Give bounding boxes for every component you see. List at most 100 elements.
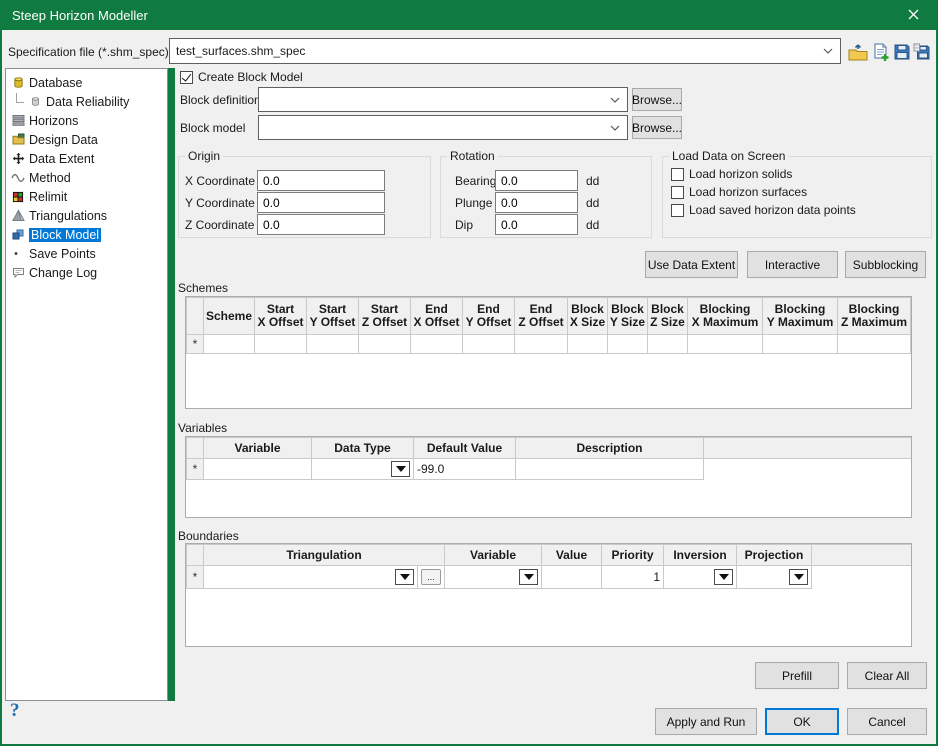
subblocking-button[interactable]: Subblocking <box>845 251 926 278</box>
sidebar-item-change-log[interactable]: Change Log <box>6 263 167 282</box>
new-spec-icon[interactable] <box>870 41 892 63</box>
column-header: EndX Offset <box>411 298 463 335</box>
save-as-icon[interactable] <box>911 41 933 63</box>
grid-cell[interactable] <box>463 335 515 354</box>
dropdown-icon[interactable] <box>395 569 414 585</box>
checkbox-icon[interactable] <box>671 204 684 217</box>
block-definition-combobox[interactable] <box>258 87 628 112</box>
sidebar-item-label: Design Data <box>29 133 98 147</box>
description-cell[interactable] <box>516 459 704 480</box>
ok-button[interactable]: OK <box>765 708 839 735</box>
grid-cell[interactable] <box>763 335 838 354</box>
checkbox-icon[interactable] <box>671 168 684 181</box>
sidebar-item-method[interactable]: Method <box>6 168 167 187</box>
z-coordinate-input[interactable] <box>257 214 385 235</box>
priority-cell[interactable]: 1 <box>602 566 664 589</box>
projection-cell[interactable] <box>737 566 812 589</box>
column-header: Variable <box>445 545 542 566</box>
load-horizon-solids-row[interactable]: Load horizon solids <box>671 165 792 183</box>
sidebar-item-data-extent[interactable]: Data Extent <box>6 149 167 168</box>
triangulation-cell[interactable] <box>204 566 418 589</box>
sidebar-item-triangulations[interactable]: Triangulations <box>6 206 167 225</box>
y-coordinate-input[interactable] <box>257 192 385 213</box>
sidebar-item-save-points[interactable]: Save Points <box>6 244 167 263</box>
open-folder-icon[interactable] <box>847 41 869 63</box>
sidebar-splitter[interactable] <box>168 68 175 701</box>
close-button[interactable] <box>890 0 936 30</box>
create-block-model-checkbox-row[interactable]: Create Block Model <box>180 70 303 84</box>
help-button[interactable]: ? <box>10 700 20 722</box>
inversion-cell[interactable] <box>664 566 737 589</box>
column-header: BlockY Size <box>608 298 648 335</box>
ellipsis-browse-button[interactable]: ... <box>421 569 441 585</box>
grid-cell[interactable] <box>411 335 463 354</box>
row-marker[interactable]: * <box>187 459 204 480</box>
navigation-tree: Database Data Reliability <box>5 68 168 701</box>
grid-cell[interactable] <box>838 335 911 354</box>
grid-cell[interactable] <box>648 335 688 354</box>
triangulation-browse-cell[interactable]: ... <box>418 566 445 589</box>
titlebar: Steep Horizon Modeller <box>2 0 936 30</box>
spec-file-combobox[interactable]: test_surfaces.shm_spec <box>169 38 841 64</box>
load-horizon-solids-label: Load horizon solids <box>689 167 792 181</box>
load-horizon-surfaces-row[interactable]: Load horizon surfaces <box>671 183 807 201</box>
dropdown-icon[interactable] <box>519 569 538 585</box>
change-log-icon <box>11 266 25 280</box>
default-value-cell[interactable]: -99.0 <box>414 459 516 480</box>
grid-cell[interactable] <box>688 335 763 354</box>
rotation-group: Rotation Bearing dd Plunge dd Dip dd <box>440 156 652 238</box>
use-data-extent-label: Use Data Extent <box>648 258 735 272</box>
dropdown-icon[interactable] <box>714 569 733 585</box>
load-saved-horizon-data-points-row[interactable]: Load saved horizon data points <box>671 201 856 219</box>
clear-all-button[interactable]: Clear All <box>847 662 927 689</box>
grid-cell[interactable] <box>255 335 307 354</box>
grid-cell[interactable] <box>307 335 359 354</box>
grid-cell[interactable] <box>204 335 255 354</box>
spec-file-value: test_surfaces.shm_spec <box>176 44 823 58</box>
sidebar-item-design-data[interactable]: Design Data <box>6 130 167 149</box>
column-header: StartX Offset <box>255 298 307 335</box>
tree-connector <box>16 93 24 103</box>
cancel-button[interactable]: Cancel <box>847 708 927 735</box>
checkbox-checked-icon[interactable] <box>180 71 193 84</box>
design-data-icon <box>11 133 25 147</box>
grid-cell[interactable] <box>568 335 608 354</box>
save-icon[interactable] <box>891 41 913 63</box>
row-marker[interactable]: * <box>187 335 204 354</box>
prefill-button[interactable]: Prefill <box>755 662 839 689</box>
sidebar-item-horizons[interactable]: Horizons <box>6 111 167 130</box>
plunge-input[interactable] <box>495 192 578 213</box>
row-marker[interactable]: * <box>187 566 204 589</box>
x-coordinate-input[interactable] <box>257 170 385 191</box>
value-cell[interactable] <box>542 566 602 589</box>
sidebar-item-relimit[interactable]: Relimit <box>6 187 167 206</box>
use-data-extent-button[interactable]: Use Data Extent <box>645 251 738 278</box>
column-header: Projection <box>737 545 812 566</box>
apply-and-run-button[interactable]: Apply and Run <box>655 708 757 735</box>
interactive-button[interactable]: Interactive <box>747 251 838 278</box>
bearing-input[interactable] <box>495 170 578 191</box>
block-definition-browse-button[interactable]: Browse... <box>632 88 682 111</box>
sidebar-item-block-model[interactable]: Block Model <box>6 225 167 244</box>
bearing-label: Bearing <box>455 174 495 188</box>
checkbox-icon[interactable] <box>671 186 684 199</box>
dropdown-icon[interactable] <box>391 461 410 477</box>
data-type-cell[interactable] <box>312 459 414 480</box>
sidebar-item-database[interactable]: Database <box>6 73 167 92</box>
grid-cell[interactable] <box>515 335 568 354</box>
load-horizon-surfaces-label: Load horizon surfaces <box>689 185 807 199</box>
block-model-combobox[interactable] <box>258 115 628 140</box>
variable-cell[interactable] <box>445 566 542 589</box>
header-filler <box>812 545 912 566</box>
variable-cell[interactable] <box>204 459 312 480</box>
dropdown-icon[interactable] <box>789 569 808 585</box>
column-header: Priority <box>602 545 664 566</box>
relimit-icon <box>11 190 25 204</box>
variables-section-label: Variables <box>178 421 227 435</box>
sidebar-item-data-reliability[interactable]: Data Reliability <box>6 92 167 111</box>
grid-cell[interactable] <box>608 335 648 354</box>
grid-cell[interactable] <box>359 335 411 354</box>
dip-input[interactable] <box>495 214 578 235</box>
filler-cell <box>704 459 912 480</box>
block-model-browse-button[interactable]: Browse... <box>632 116 682 139</box>
